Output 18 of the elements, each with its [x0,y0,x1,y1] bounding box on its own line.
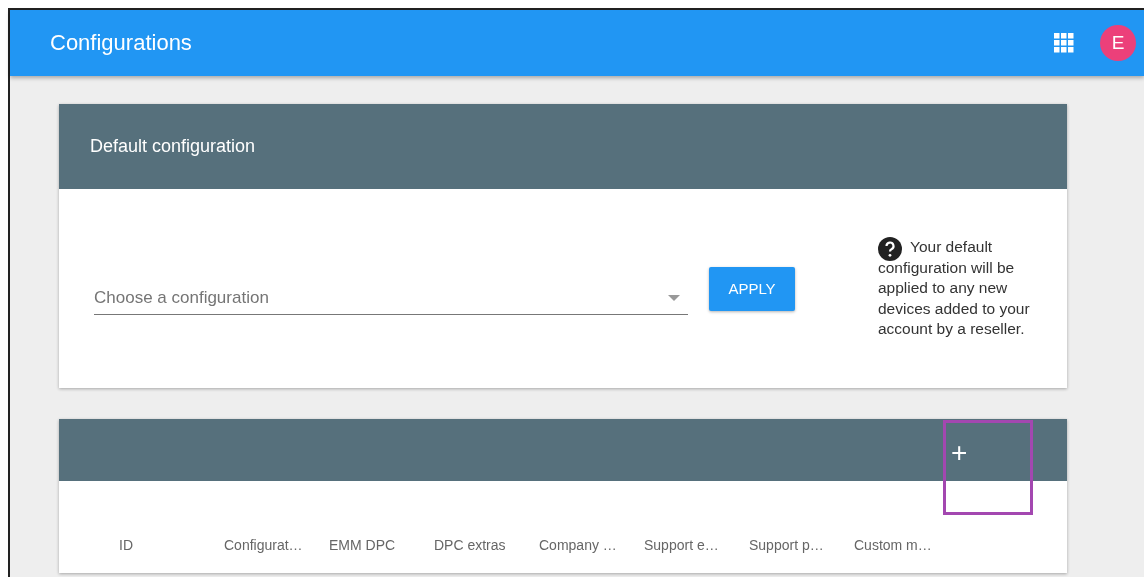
column-header[interactable]: ID [119,537,224,553]
caret-icon [668,295,680,301]
apply-button[interactable]: APPLY [709,266,795,311]
help-text: Your default configuration will be applied to any new devices added to your account by a reseller. [878,237,1030,340]
configuration-dropdown[interactable]: Choose a configuration [94,284,688,315]
add-button[interactable]: + [943,439,976,467]
column-header[interactable]: DPC extras [434,537,539,553]
column-header[interactable]: EMM DPC [329,537,434,553]
column-header[interactable]: Configurat… [224,537,329,553]
column-header[interactable]: Company … [539,537,644,553]
account-avatar[interactable]: E [1100,25,1136,61]
column-header[interactable]: Support p… [749,537,854,553]
column-header[interactable]: Custom m… [854,537,959,553]
apps-grid-icon[interactable] [1054,33,1074,53]
help-icon [878,237,902,262]
card-title: Default configuration [90,136,256,157]
column-header[interactable]: Support e… [644,537,749,553]
app-title: Configurations [50,30,193,56]
